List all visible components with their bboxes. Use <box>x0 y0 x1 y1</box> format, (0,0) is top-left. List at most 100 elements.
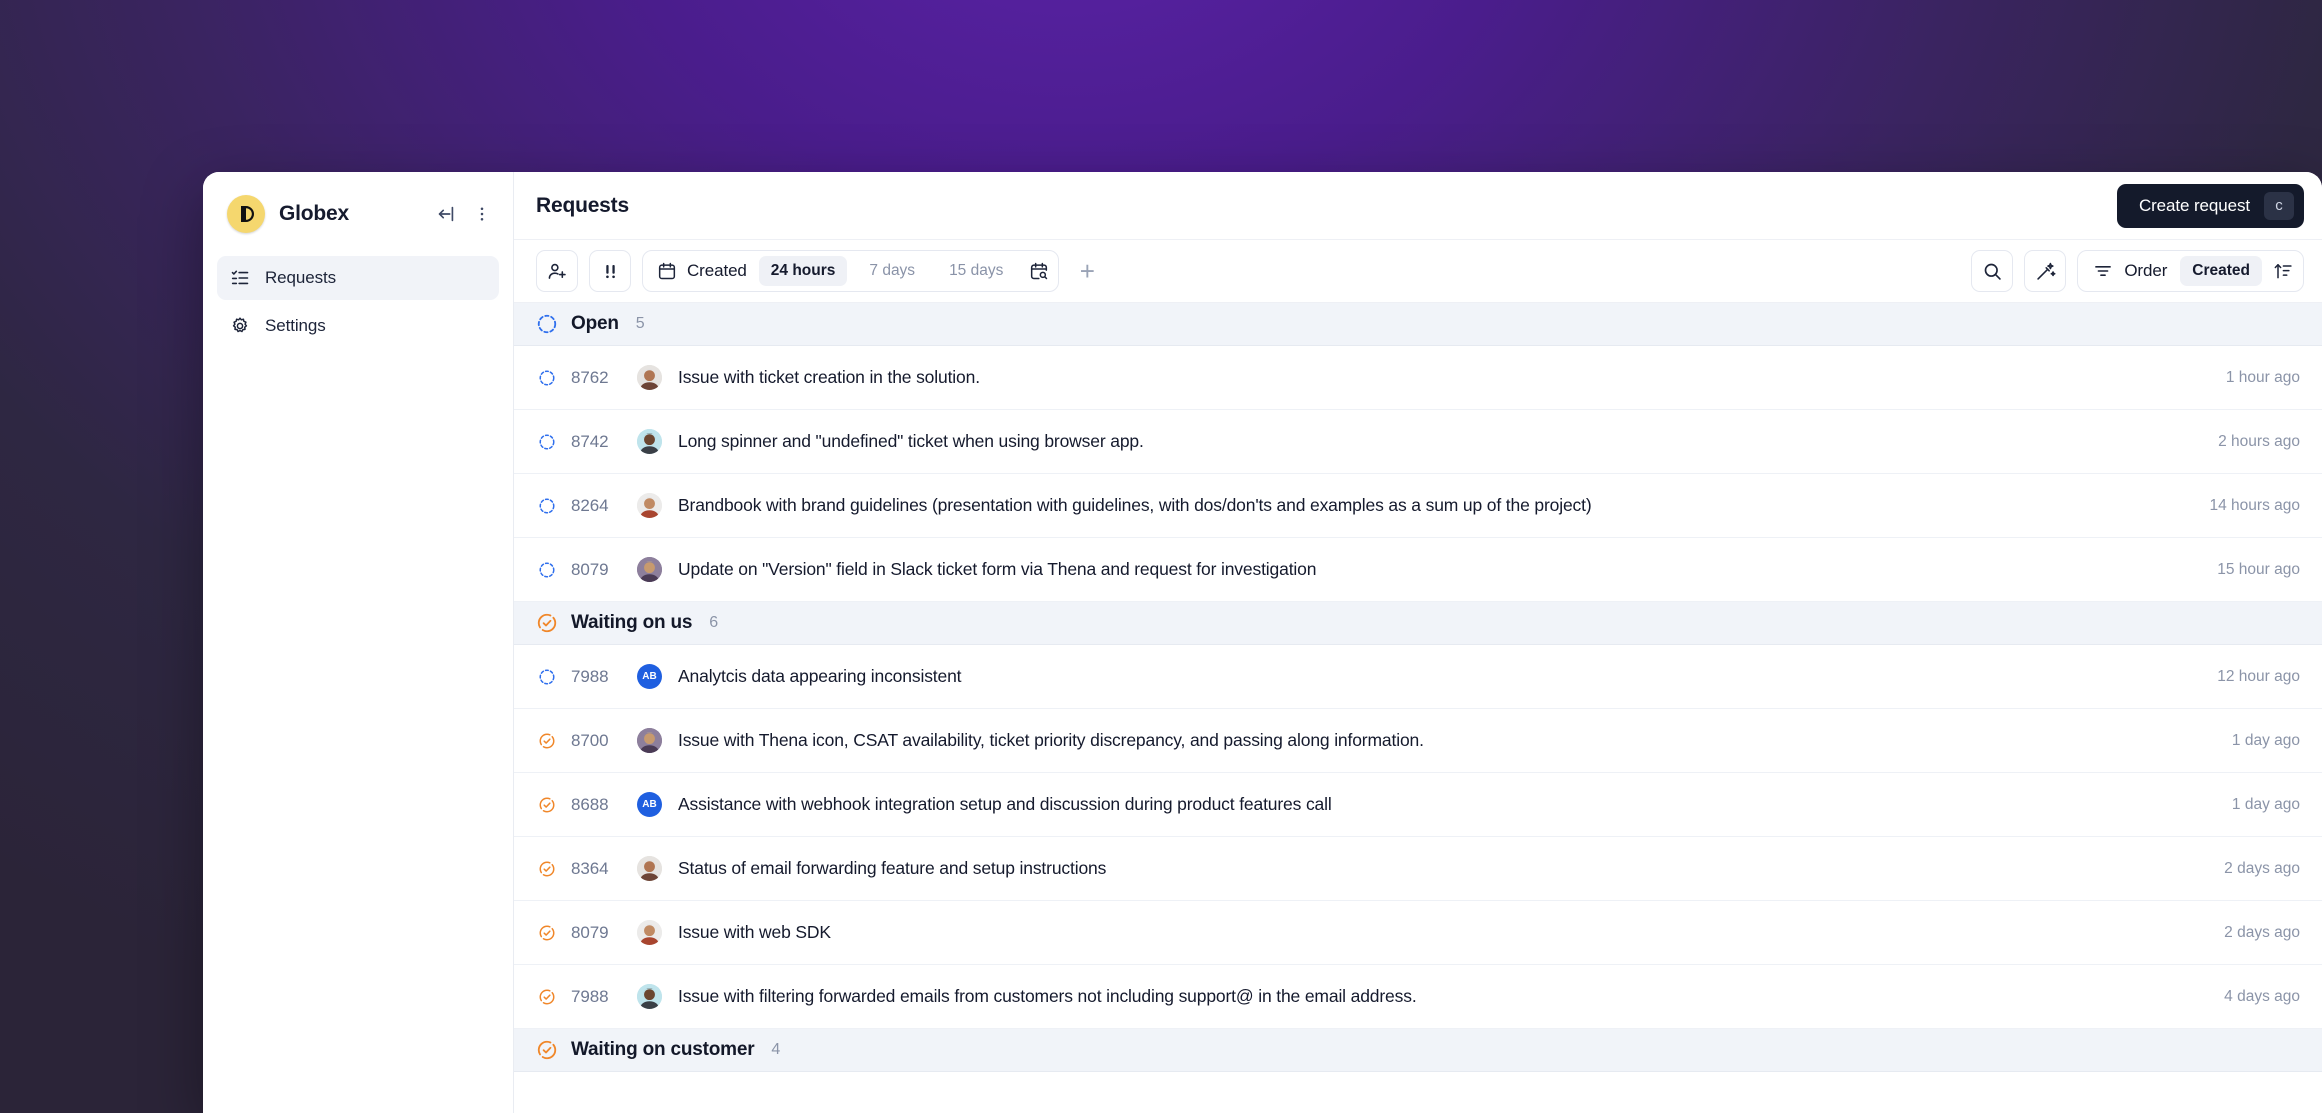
order-value[interactable]: Created <box>2180 256 2262 286</box>
magic-wand-icon[interactable] <box>2024 250 2067 292</box>
workspace-name: Globex <box>279 202 349 225</box>
waiting-check-circle-icon <box>536 860 558 878</box>
group-header-open[interactable]: Open 5 <box>514 303 2322 346</box>
group-header-waiting-on-us[interactable]: Waiting on us 6 <box>514 602 2322 645</box>
avatar <box>637 728 662 753</box>
dashed-circle-icon <box>536 433 558 451</box>
filter-bar: Created 24 hours 7 days 15 days + Order … <box>514 240 2322 303</box>
avatar <box>637 920 662 945</box>
dashed-circle-icon <box>536 497 558 515</box>
request-title: Issue with web SDK <box>678 922 831 942</box>
request-row[interactable]: 7988 Issue with filtering forwarded email… <box>514 965 2322 1029</box>
request-row[interactable]: 7988 AB Analytcis data appearing inconsist… <box>514 645 2322 709</box>
date-range-option-15d[interactable]: 15 days <box>937 256 1015 286</box>
calendar-icon <box>657 261 677 281</box>
sidebar-item-label: Requests <box>265 268 337 287</box>
order-label: Order <box>2124 261 2168 280</box>
request-timestamp: 15 hour ago <box>2217 560 2300 578</box>
date-range-option-7d[interactable]: 7 days <box>857 256 927 286</box>
workspace-header[interactable]: Globex <box>217 172 499 256</box>
waiting-check-circle-icon <box>536 612 558 634</box>
group-count: 4 <box>771 1041 781 1058</box>
app-window: Globex Requests Settings Requests Create… <box>203 172 2322 1113</box>
group-count: 6 <box>709 614 719 631</box>
request-timestamp: 4 days ago <box>2224 987 2300 1005</box>
request-timestamp: 1 day ago <box>2231 731 2300 749</box>
request-title: Issue with filtering forwarded emails fr… <box>678 986 1417 1006</box>
request-row[interactable]: 8264 Brandbook with brand guidelines (pre… <box>514 474 2322 538</box>
group-title: Waiting on us <box>571 612 693 633</box>
request-title: Brandbook with brand guidelines (present… <box>678 495 1592 515</box>
sidebar-item-settings[interactable]: Settings <box>217 304 499 348</box>
request-row[interactable]: 8079 Update on "Version" field in Slack t… <box>514 538 2322 602</box>
create-request-label: Create request <box>2138 195 2250 215</box>
sidebar-item-requests[interactable]: Requests <box>217 256 499 300</box>
request-timestamp: 2 days ago <box>2224 923 2300 941</box>
sidebar-nav: Requests Settings <box>217 256 499 348</box>
request-id: 8079 <box>571 559 609 579</box>
avatar <box>637 984 662 1009</box>
list-check-icon <box>229 267 251 289</box>
request-id: 8079 <box>571 922 609 942</box>
request-row[interactable]: 8364 Status of email forwarding feature a… <box>514 837 2322 901</box>
waiting-check-circle-icon <box>536 988 558 1006</box>
request-id: 7988 <box>571 986 609 1006</box>
requests-list[interactable]: Open 5 8762 Issue with ticket creation in t… <box>514 303 2322 1113</box>
request-id: 8700 <box>571 730 609 750</box>
sidebar: Globex Requests Settings <box>203 172 514 1113</box>
waiting-check-circle-icon <box>536 796 558 814</box>
group-title: Open <box>571 313 619 334</box>
request-title: Status of email forwarding feature and s… <box>678 858 1107 878</box>
request-row[interactable]: 8762 Issue with ticket creation in the so… <box>514 346 2322 410</box>
request-id: 8364 <box>571 858 609 878</box>
user-plus-icon[interactable] <box>536 250 578 292</box>
sort-ascending-icon[interactable] <box>2273 261 2293 281</box>
date-filter-label: Created <box>687 261 747 280</box>
request-title: Update on "Version" field in Slack ticke… <box>678 559 1317 579</box>
request-timestamp: 2 days ago <box>2224 859 2300 877</box>
request-row[interactable]: 8700 Issue with Thena icon, CSAT availabi… <box>514 709 2322 773</box>
create-request-shortcut: c <box>2264 191 2294 220</box>
waiting-check-circle-icon <box>536 924 558 942</box>
page-title: Requests <box>536 193 629 217</box>
dashed-circle-icon <box>536 313 558 335</box>
request-title: Issue with Thena icon, CSAT availability… <box>678 730 1424 750</box>
filter-lines-icon <box>2093 261 2113 281</box>
date-range-option-24h[interactable]: 24 hours <box>758 256 848 286</box>
request-row[interactable]: 8742 Long spinner and "undefined" ticket … <box>514 410 2322 474</box>
request-id: 7988 <box>571 666 609 686</box>
avatar: AB <box>637 792 662 817</box>
avatar: AB <box>637 664 662 689</box>
request-timestamp: 14 hours ago <box>2209 496 2301 514</box>
request-timestamp: 2 hours ago <box>2218 432 2300 450</box>
dashed-circle-icon <box>536 369 558 387</box>
request-id: 8264 <box>571 495 609 515</box>
request-title: Issue with ticket creation in the soluti… <box>678 367 980 387</box>
add-filter-button[interactable]: + <box>1070 254 1104 288</box>
calendar-search-icon[interactable] <box>1029 261 1049 281</box>
waiting-check-circle-icon <box>536 732 558 750</box>
avatar <box>637 429 662 454</box>
order-control[interactable]: Order Created <box>2077 250 2304 292</box>
request-timestamp: 12 hour ago <box>2217 667 2300 685</box>
top-bar: Requests Create request c <box>514 172 2322 240</box>
avatar <box>637 557 662 582</box>
request-title: Assistance with webhook integration setu… <box>678 794 1332 814</box>
dashed-circle-icon <box>536 668 558 686</box>
request-row[interactable]: 8079 Issue with web SDK 2 days ago <box>514 901 2322 965</box>
avatar <box>637 856 662 881</box>
main-content: Requests Create request c Created 24 hou… <box>514 172 2322 1113</box>
request-id: 8762 <box>571 367 609 387</box>
collapse-sidebar-icon[interactable] <box>433 201 459 227</box>
priority-double-bang-icon[interactable] <box>589 250 631 292</box>
more-vertical-icon[interactable] <box>473 201 491 227</box>
request-id: 8688 <box>571 794 609 814</box>
group-header-waiting-on-customer[interactable]: Waiting on customer 4 <box>514 1029 2322 1072</box>
group-count: 5 <box>635 315 645 332</box>
request-row[interactable]: 8688 AB Assistance with webhook integratio… <box>514 773 2322 837</box>
search-icon[interactable] <box>1971 250 2014 292</box>
request-title: Long spinner and "undefined" ticket when… <box>678 431 1144 451</box>
gear-icon <box>229 315 251 337</box>
create-request-button[interactable]: Create request c <box>2116 183 2304 228</box>
created-date-filter[interactable]: Created 24 hours 7 days 15 days <box>642 250 1060 292</box>
